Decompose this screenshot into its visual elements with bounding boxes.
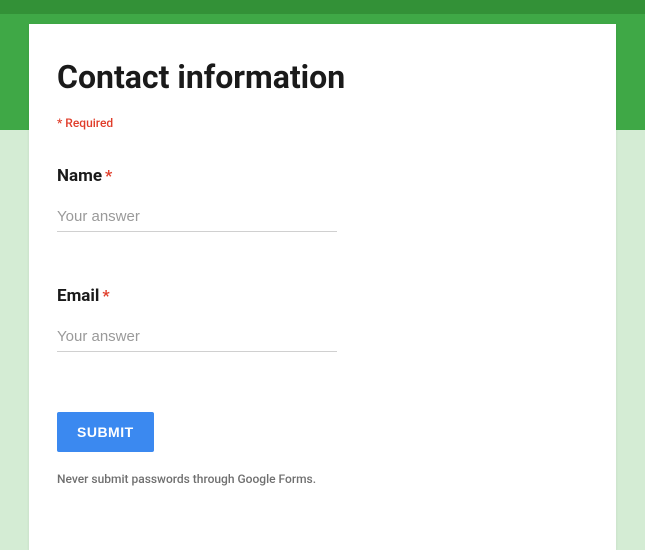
email-input[interactable] — [57, 324, 337, 352]
header-banner-top — [0, 0, 645, 14]
name-input[interactable] — [57, 204, 337, 232]
field-email-group: Email* — [57, 286, 588, 352]
field-email-label: Email — [57, 286, 99, 306]
form-card: Contact information * Required Name* Ema… — [29, 24, 616, 550]
required-asterisk: * — [105, 166, 112, 185]
required-asterisk: * — [102, 286, 109, 305]
field-name-group: Name* — [57, 166, 588, 232]
required-note: * Required — [57, 116, 588, 130]
field-name-label-wrap: Name* — [57, 166, 112, 185]
footer-note: Never submit passwords through Google Fo… — [57, 472, 588, 486]
submit-button[interactable]: SUBMIT — [57, 412, 154, 452]
form-title: Contact information — [57, 58, 588, 96]
field-email-label-wrap: Email* — [57, 286, 110, 305]
field-name-label: Name — [57, 166, 102, 186]
